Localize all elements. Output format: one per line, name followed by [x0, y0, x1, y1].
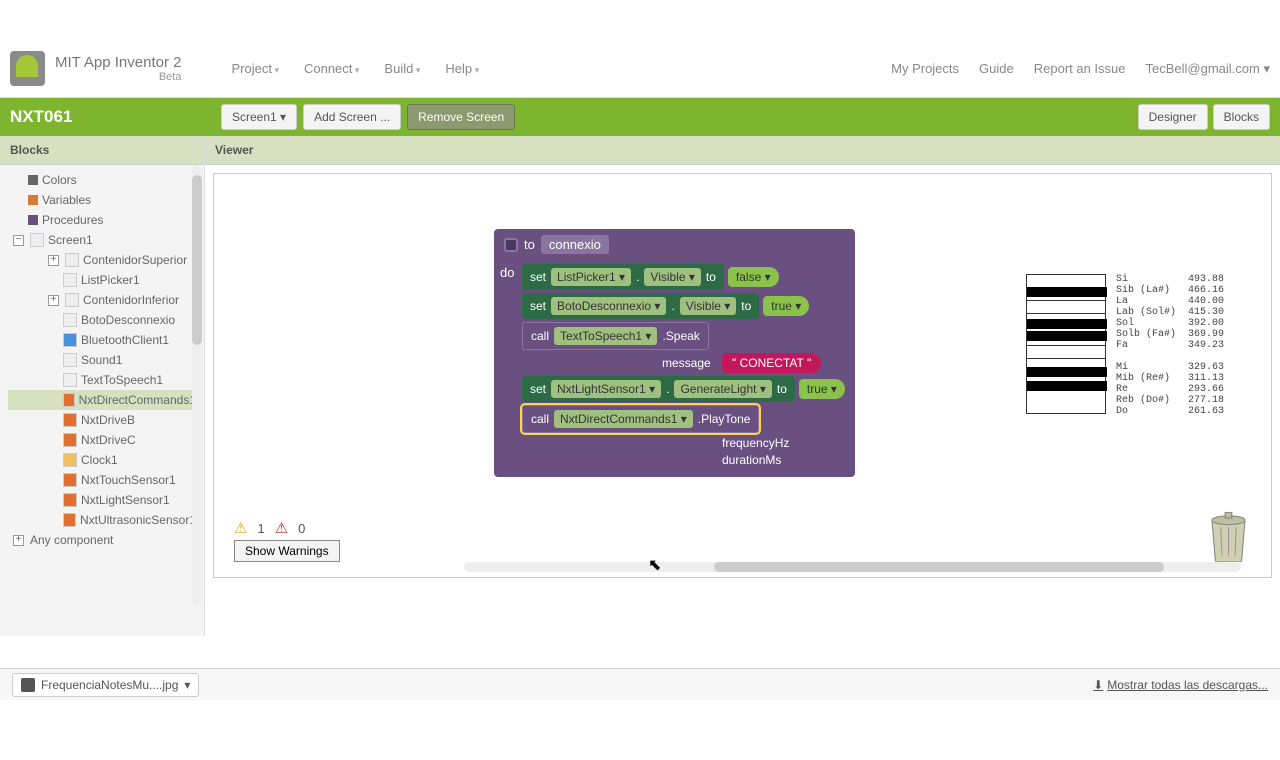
procedure-name[interactable]: connexio: [541, 235, 609, 254]
link-report-issue[interactable]: Report an Issue: [1034, 61, 1126, 77]
tree-colors[interactable]: Colors: [8, 170, 196, 190]
download-bar: FrequenciaNotesMu....jpg ▾ Mostrar todas…: [0, 668, 1280, 700]
error-count: 0: [298, 521, 305, 536]
dropdown-tts[interactable]: TextToSpeech1 ▾: [554, 327, 657, 345]
menu-help[interactable]: Help: [445, 61, 479, 76]
tree-nxt-drive-b[interactable]: NxtDriveB: [8, 410, 196, 430]
procedure-block[interactable]: to connexio setListPicker1 ▾.Visible ▾to…: [494, 229, 855, 477]
menu-build[interactable]: Build: [384, 61, 420, 76]
blocks-canvas[interactable]: to connexio setListPicker1 ▾.Visible ▾to…: [213, 173, 1272, 578]
main-area: Blocks Colors Variables Procedures −Scre…: [0, 136, 1280, 636]
tree-contenidor-superior[interactable]: +ContenidorSuperior: [8, 250, 196, 270]
warning-icon: [234, 519, 247, 537]
brand: MIT App Inventor 2 Beta: [55, 54, 181, 83]
tree-nxt-direct-commands1[interactable]: NxtDirectCommands1: [8, 390, 196, 410]
menu-project[interactable]: Project: [231, 61, 279, 76]
canvas-scrollbar[interactable]: [464, 562, 1241, 572]
tree-procedures[interactable]: Procedures: [8, 210, 196, 230]
trash-icon[interactable]: [1206, 507, 1251, 562]
tree-screen1[interactable]: −Screen1: [8, 230, 196, 250]
component-tree[interactable]: Colors Variables Procedures −Screen1 +Co…: [0, 165, 204, 605]
main-menu: Project Connect Build Help: [231, 61, 479, 76]
viewer-panel: Viewer to connexio setListPicker1 ▾.Visi…: [205, 136, 1280, 636]
screen-dropdown[interactable]: Screen1 ▾: [221, 104, 297, 130]
warning-count: 1: [257, 521, 264, 536]
link-guide[interactable]: Guide: [979, 61, 1014, 77]
tree-nxt-drive-c[interactable]: NxtDriveC: [8, 430, 196, 450]
top-menubar: MIT App Inventor 2 Beta Project Connect …: [0, 40, 1280, 98]
chevron-down-icon[interactable]: ▾: [184, 678, 190, 692]
bool-true[interactable]: true ▾: [763, 296, 809, 316]
right-menu: My Projects Guide Report an Issue TecBel…: [891, 61, 1270, 77]
user-menu[interactable]: TecBell@gmail.com ▾: [1146, 61, 1270, 77]
string-conectat[interactable]: " CONECTAT ": [722, 353, 821, 373]
project-bar: NXT061 Screen1 ▾ Add Screen ... Remove S…: [0, 98, 1280, 136]
download-filename: FrequenciaNotesMu....jpg: [41, 678, 178, 692]
designer-tab[interactable]: Designer: [1138, 104, 1208, 130]
tree-clock1[interactable]: Clock1: [8, 450, 196, 470]
menu-connect[interactable]: Connect: [304, 61, 359, 76]
tree-contenidor-inferior[interactable]: +ContenidorInferior: [8, 290, 196, 310]
tree-bluetooth-client1[interactable]: BluetoothClient1: [8, 330, 196, 350]
brand-title: MIT App Inventor 2: [55, 54, 181, 71]
procedure-header[interactable]: to connexio: [494, 229, 855, 260]
dropdown-visible[interactable]: Visible ▾: [644, 268, 701, 286]
param-duration: durationMs: [722, 453, 781, 467]
show-all-downloads[interactable]: Mostrar todas las descargas...: [1093, 678, 1268, 692]
dropdown-nxtdc[interactable]: NxtDirectCommands1 ▾: [554, 410, 693, 428]
tree-boto-desconnexio[interactable]: BotoDesconnexio: [8, 310, 196, 330]
add-screen-button[interactable]: Add Screen ...: [303, 104, 401, 130]
brand-beta: Beta: [55, 71, 181, 83]
file-icon: [21, 678, 35, 692]
tree-listpicker1[interactable]: ListPicker1: [8, 270, 196, 290]
tree-scrollbar[interactable]: [192, 165, 202, 605]
piano-keys-icon: [1026, 274, 1106, 414]
tree-variables[interactable]: Variables: [8, 190, 196, 210]
dropdown-lightsensor[interactable]: NxtLightSensor1 ▾: [551, 380, 661, 398]
tree-sound1[interactable]: Sound1: [8, 350, 196, 370]
link-my-projects[interactable]: My Projects: [891, 61, 959, 77]
sidebar-header: Blocks: [0, 136, 204, 165]
frequency-reference: Si 493.88 Sib (La#) 466.16 La 440.00 Lab…: [1026, 274, 1246, 414]
viewer-header: Viewer: [205, 136, 1280, 165]
tree-nxt-touch-sensor1[interactable]: NxtTouchSensor1: [8, 470, 196, 490]
download-item[interactable]: FrequenciaNotesMu....jpg ▾: [12, 673, 199, 697]
bool-false[interactable]: false ▾: [728, 267, 779, 287]
tree-any-component[interactable]: +Any component: [8, 530, 196, 550]
dropdown-listpicker[interactable]: ListPicker1 ▾: [551, 268, 631, 286]
param-frequency: frequencyHz: [722, 436, 789, 450]
warnings-panel: 1 0 Show Warnings: [234, 519, 340, 562]
app-logo-icon: [10, 51, 45, 86]
dropdown-boto[interactable]: BotoDesconnexio ▾: [551, 297, 666, 315]
project-name: NXT061: [10, 107, 205, 127]
remove-screen-button[interactable]: Remove Screen: [407, 104, 515, 130]
frequency-table: Si 493.88 Sib (La#) 466.16 La 440.00 Lab…: [1116, 274, 1224, 417]
blocks-sidebar: Blocks Colors Variables Procedures −Scre…: [0, 136, 205, 636]
call-playtone-block[interactable]: callNxtDirectCommands1 ▾.PlayTone: [522, 405, 759, 433]
show-warnings-button[interactable]: Show Warnings: [234, 540, 340, 562]
error-icon: [275, 519, 288, 537]
blocks-tab[interactable]: Blocks: [1213, 104, 1270, 130]
tree-nxt-light-sensor1[interactable]: NxtLightSensor1: [8, 490, 196, 510]
gear-icon[interactable]: [504, 238, 518, 252]
tree-text-to-speech1[interactable]: TextToSpeech1: [8, 370, 196, 390]
tree-nxt-ultrasonic-sensor1[interactable]: NxtUltrasonicSensor1: [8, 510, 196, 530]
